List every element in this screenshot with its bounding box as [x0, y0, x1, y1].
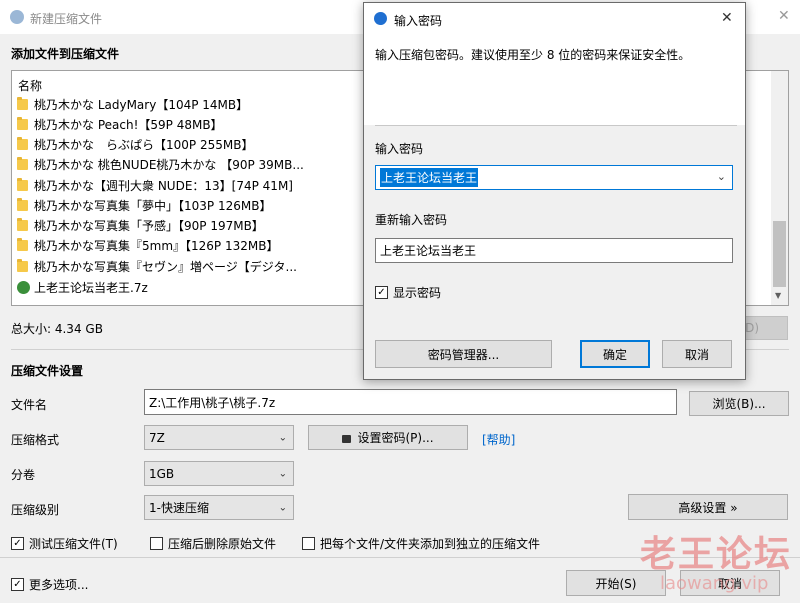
divider: [375, 125, 737, 126]
folder-icon: [17, 197, 28, 211]
filename-input[interactable]: Z:\工作用\桃子\桃子.7z: [144, 389, 677, 415]
chevron-down-icon: ⌄: [278, 468, 287, 479]
scrollbar-thumb[interactable]: [773, 221, 786, 287]
dialog-title-bar: 输入密码 ✕: [364, 3, 745, 35]
folder-icon: [17, 258, 28, 272]
volume-select[interactable]: 1GB ⌄: [144, 461, 294, 486]
list-item[interactable]: 桃乃木かな写真集「夢中」【103P 126MB】: [17, 196, 271, 214]
settings-header: 压缩文件设置: [11, 364, 84, 378]
checkbox-box: [150, 537, 163, 550]
checkmark-icon: ✓: [11, 578, 24, 591]
each-file-checkbox[interactable]: 把每个文件/文件夹添加到独立的压缩文件: [302, 535, 540, 552]
folder-icon: [17, 237, 28, 251]
list-item-archive[interactable]: 上老王论坛当老王.7z: [17, 278, 148, 296]
archive-icon: [17, 280, 30, 294]
list-scrollbar[interactable]: ▼: [771, 71, 788, 305]
more-options-checkbox[interactable]: ✓ 更多选项...: [11, 576, 88, 593]
reenter-password-input[interactable]: 上老王论坛当老王: [375, 238, 733, 263]
list-item[interactable]: 桃乃木かな 桃色NUDE桃乃木かな 【90P 39MB...: [17, 155, 304, 173]
ok-button[interactable]: 确定: [580, 340, 650, 368]
password-manager-button[interactable]: 密码管理器...: [375, 340, 552, 368]
test-archive-checkbox[interactable]: ✓ 测试压缩文件(T): [11, 535, 118, 552]
format-select[interactable]: 7Z ⌄: [144, 425, 294, 450]
password-dialog: 输入密码 ✕ 输入压缩包密码。建议使用至少 8 位的密码来保证安全性。 输入密码…: [363, 2, 746, 380]
level-select[interactable]: 1-快速压缩 ⌄: [144, 495, 294, 520]
folder-icon: [17, 96, 28, 110]
level-label: 压缩级别: [11, 503, 60, 517]
delete-after-checkbox[interactable]: 压缩后删除原始文件: [150, 535, 276, 552]
watermark-url: laowang.vip: [660, 573, 769, 594]
watermark: 老王论坛 laowang.vip: [630, 525, 800, 603]
advanced-settings-button[interactable]: 高级设置 »: [628, 494, 788, 520]
dialog-title: 输入密码: [394, 14, 443, 28]
format-label: 压缩格式: [11, 433, 60, 447]
app-icon: [10, 10, 24, 24]
enter-password-label: 输入密码: [375, 142, 424, 156]
close-icon[interactable]: ✕: [778, 8, 790, 24]
list-item[interactable]: 桃乃木かな写真集『セヴン』増ページ【デジタ...: [17, 257, 297, 275]
watermark-text: 老王论坛: [640, 534, 793, 575]
main-window-title: 新建压缩文件: [30, 12, 103, 26]
browse-button[interactable]: 浏览(B)...: [689, 391, 789, 416]
folder-icon: [17, 217, 28, 231]
list-item[interactable]: 桃乃木かな LadyMary【104P 14MB】: [17, 95, 248, 113]
folder-icon: [17, 136, 28, 150]
list-item[interactable]: 桃乃木かな【週刊大衆 NUDE：13】[74P 41M]: [17, 176, 293, 194]
list-item[interactable]: 桃乃木かな らぶぱら【100P 255MB】: [17, 135, 253, 153]
list-header-name[interactable]: 名称: [18, 77, 42, 94]
folder-icon: [17, 177, 28, 191]
checkmark-icon: ✓: [11, 537, 24, 550]
scroll-down-icon[interactable]: ▼: [775, 291, 781, 300]
checkmark-icon: ✓: [375, 286, 388, 299]
reenter-password-label: 重新输入密码: [375, 213, 448, 227]
filename-label: 文件名: [11, 398, 48, 412]
dialog-description: 输入压缩包密码。建议使用至少 8 位的密码来保证安全性。: [375, 48, 691, 62]
add-files-header: 添加文件到压缩文件: [11, 47, 120, 61]
dialog-app-icon: [374, 12, 387, 25]
list-item[interactable]: 桃乃木かな Peach!【59P 48MB】: [17, 115, 223, 133]
lock-icon: [342, 434, 352, 443]
checkbox-box: [302, 537, 315, 550]
list-item[interactable]: 桃乃木かな写真集「予感」【90P 197MB】: [17, 216, 264, 234]
set-password-button[interactable]: 设置密码(P)...: [308, 425, 468, 450]
chevron-down-icon: ⌄: [278, 502, 287, 513]
chevron-down-icon: ⌄: [278, 432, 287, 443]
show-password-checkbox[interactable]: ✓ 显示密码: [375, 284, 441, 301]
folder-icon: [17, 156, 28, 170]
enter-password-input[interactable]: 上老王论坛当老王 ⌄: [375, 165, 733, 190]
folder-icon: [17, 116, 28, 130]
dialog-cancel-button[interactable]: 取消: [662, 340, 732, 368]
close-icon[interactable]: ✕: [721, 10, 733, 26]
chevron-down-icon[interactable]: ⌄: [717, 170, 726, 183]
volume-label: 分卷: [11, 468, 36, 482]
list-item[interactable]: 桃乃木かな写真集『5mm』【126P 132MB】: [17, 236, 278, 254]
help-link[interactable]: [帮助]: [482, 431, 515, 448]
total-size: 总大小: 4.34 GB: [11, 322, 103, 336]
